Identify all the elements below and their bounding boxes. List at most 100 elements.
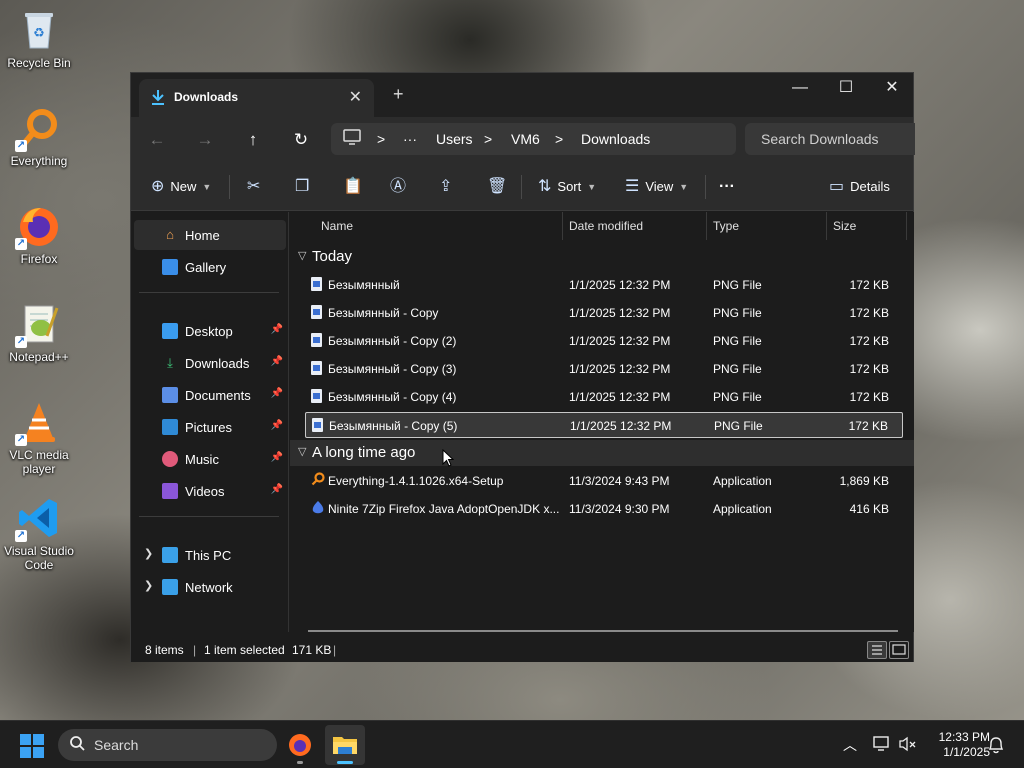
column-header-size[interactable]: Size — [833, 219, 856, 233]
copy-button[interactable]: ❐ — [295, 175, 309, 199]
share-button[interactable]: ⇪ — [439, 175, 452, 199]
sidebar-item-home[interactable]: ⌂ Home — [134, 220, 286, 250]
delete-button[interactable]: 🗑 — [487, 175, 507, 199]
sidebar-item-documents[interactable]: Documents 📌 — [134, 380, 286, 410]
file-date: 11/3/2024 9:30 PM — [569, 502, 670, 516]
column-divider[interactable] — [906, 212, 907, 240]
details-pane-button[interactable]: ▭ Details — [829, 175, 890, 199]
file-row[interactable]: Безымянный - Copy (3) 1/1/2025 12:32 PM … — [305, 356, 903, 382]
forward-arrow-icon[interactable]: → — [191, 126, 219, 154]
large-icons-view-button[interactable] — [889, 641, 909, 659]
rename-button[interactable]: Ⓐ — [390, 175, 406, 199]
tab-downloads[interactable]: Downloads ✕ — [139, 79, 374, 117]
running-indicator — [297, 761, 303, 764]
sidebar-item-downloads[interactable]: ⤓ Downloads 📌 — [134, 348, 286, 378]
search-box[interactable]: Search Downloads — [745, 123, 915, 155]
sidebar-item-this-pc[interactable]: ❯ This PC — [134, 540, 286, 570]
everything-search-icon: ↗ — [15, 106, 61, 152]
desktop-icon-firefox[interactable]: ↗ Firefox — [0, 204, 78, 266]
breadcrumb-vm6[interactable]: VM6 — [511, 131, 540, 147]
paste-button[interactable]: 📋 — [343, 175, 363, 199]
start-button[interactable] — [20, 734, 44, 761]
new-button[interactable]: ⊕ New ▼ — [151, 175, 211, 199]
breadcrumb-downloads[interactable]: Downloads — [581, 131, 650, 147]
breadcrumb-overflow[interactable]: ··· — [403, 131, 417, 147]
column-divider[interactable] — [826, 212, 827, 240]
up-arrow-icon[interactable]: ↑ — [239, 126, 267, 154]
group-header-today[interactable]: ▽ Today — [290, 244, 914, 270]
cut-button[interactable]: ✂ — [247, 175, 260, 199]
chevron-right-icon[interactable]: ❯ — [144, 579, 153, 592]
address-bar[interactable]: > ··· Users > VM6 > Downloads — [331, 123, 736, 155]
desktop-icon-everything[interactable]: ↗ Everything — [0, 106, 78, 168]
sidebar-item-network[interactable]: ❯ Network — [134, 572, 286, 602]
sidebar-item-pictures[interactable]: Pictures 📌 — [134, 412, 286, 442]
desktop-icon-notepadpp[interactable]: ↗ Notepad++ — [0, 302, 78, 364]
new-tab-button[interactable]: + — [393, 84, 404, 105]
taskbar-file-explorer[interactable] — [325, 725, 365, 765]
view-button[interactable]: ☰ View ▼ — [625, 175, 688, 199]
notification-bell-icon[interactable] — [987, 735, 1005, 758]
desktop-icon-vscode[interactable]: ↗ Visual Studio Code — [0, 496, 78, 572]
file-row-selected[interactable]: Безымянный - Copy (5) 1/1/2025 12:32 PM … — [305, 412, 903, 438]
group-title: A long time ago — [312, 444, 416, 461]
desktop-icon-recycle-bin[interactable]: ♻ Recycle Bin — [0, 8, 78, 70]
breadcrumb-users[interactable]: Users — [436, 131, 473, 147]
taskbar-search[interactable]: Search — [58, 729, 277, 761]
taskbar-firefox[interactable] — [280, 725, 320, 765]
desktop-icon-vlc[interactable]: ↗ VLC media player — [0, 400, 78, 476]
desktop-icon-label: VLC media player — [9, 448, 69, 476]
column-divider[interactable] — [562, 212, 563, 240]
minimize-button[interactable]: — — [777, 75, 823, 103]
sidebar-item-music[interactable]: Music 📌 — [134, 444, 286, 474]
more-options-button[interactable]: ··· — [719, 175, 735, 199]
network-status-icon[interactable] — [872, 735, 892, 756]
pin-icon[interactable]: 📌 — [271, 420, 283, 431]
column-header-name[interactable]: Name — [321, 219, 353, 233]
pin-icon[interactable]: 📌 — [271, 388, 283, 399]
file-row[interactable]: Безымянный - Copy (2) 1/1/2025 12:32 PM … — [305, 328, 903, 354]
pin-icon[interactable]: 📌 — [271, 452, 283, 463]
pin-icon[interactable]: 📌 — [271, 484, 283, 495]
breadcrumb-separator[interactable]: > — [484, 131, 492, 147]
group-header-a-long-time-ago[interactable]: ▽ A long time ago — [290, 440, 914, 467]
back-arrow-icon[interactable]: ← — [143, 126, 171, 154]
file-name: Безымянный - Copy (4) — [328, 390, 457, 404]
breadcrumb-separator[interactable]: > — [377, 131, 385, 147]
sidebar-item-desktop[interactable]: Desktop 📌 — [134, 316, 286, 346]
file-row[interactable]: Безымянный 1/1/2025 12:32 PM PNG File 17… — [305, 272, 903, 298]
chevron-down-icon[interactable]: ▽ — [298, 249, 306, 262]
file-row[interactable]: Ninite 7Zip Firefox Java AdoptOpenJDK x.… — [305, 496, 903, 522]
file-type: PNG File — [713, 334, 762, 348]
column-header-date[interactable]: Date modified — [569, 219, 643, 233]
volume-muted-icon[interactable] — [898, 735, 918, 756]
chevron-right-icon[interactable]: ❯ — [144, 547, 153, 560]
column-divider[interactable] — [706, 212, 707, 240]
chevron-up-icon[interactable]: ︿ — [843, 735, 857, 755]
home-icon: ⌂ — [166, 227, 174, 242]
close-tab-icon[interactable]: ✕ — [349, 87, 362, 107]
file-size: 172 KB — [849, 390, 889, 404]
system-clock[interactable]: 12:33 PM 1/1/2025 — [922, 730, 990, 760]
file-row[interactable]: Everything-1.4.1.1026.x64-Setup 11/3/202… — [305, 468, 903, 494]
sidebar-item-gallery[interactable]: Gallery — [134, 252, 286, 282]
tab-title: Downloads — [174, 90, 239, 104]
new-label: New — [170, 179, 197, 194]
network-icon — [162, 579, 178, 595]
file-row[interactable]: Безымянный - Copy 1/1/2025 12:32 PM PNG … — [305, 300, 903, 326]
toolbar-divider — [229, 175, 230, 199]
chevron-down-icon[interactable]: ▽ — [298, 445, 306, 458]
search-icon — [69, 735, 85, 756]
sidebar-item-videos[interactable]: Videos 📌 — [134, 476, 286, 506]
maximize-button[interactable]: ☐ — [823, 75, 869, 103]
column-header-type[interactable]: Type — [713, 219, 739, 233]
file-row[interactable]: Безымянный - Copy (4) 1/1/2025 12:32 PM … — [305, 384, 903, 410]
pc-icon[interactable] — [343, 129, 361, 148]
breadcrumb-separator[interactable]: > — [555, 131, 563, 147]
close-window-button[interactable]: ✕ — [869, 75, 915, 103]
sort-button[interactable]: ⇅ Sort ▼ — [538, 175, 596, 199]
pin-icon[interactable]: 📌 — [271, 356, 283, 367]
details-view-button[interactable] — [867, 641, 887, 659]
refresh-icon[interactable]: ↻ — [287, 126, 315, 154]
pin-icon[interactable]: 📌 — [271, 324, 283, 335]
